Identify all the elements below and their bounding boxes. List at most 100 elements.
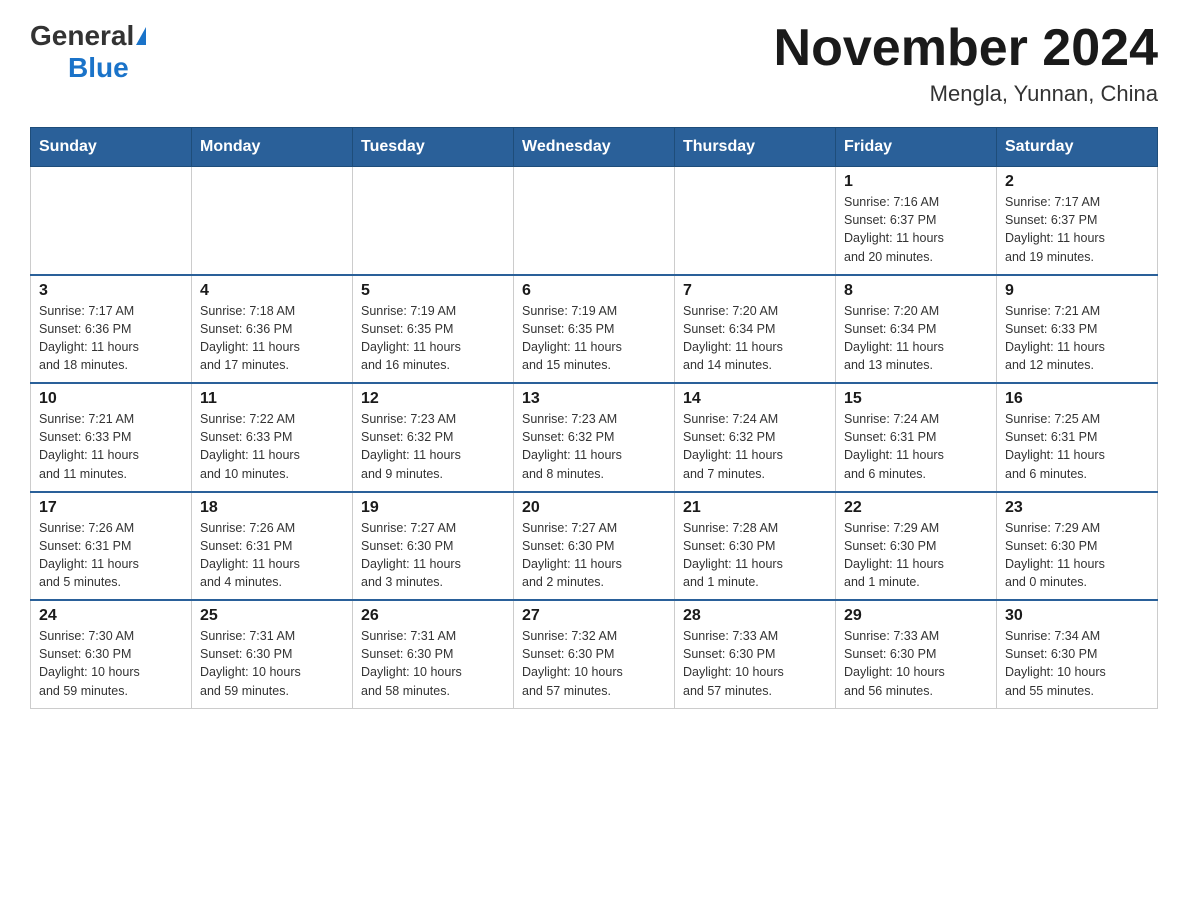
day-info: Sunrise: 7:24 AM Sunset: 6:31 PM Dayligh… — [844, 410, 988, 483]
day-number: 20 — [522, 499, 666, 517]
day-number: 15 — [844, 390, 988, 408]
day-info: Sunrise: 7:31 AM Sunset: 6:30 PM Dayligh… — [200, 627, 344, 700]
day-info: Sunrise: 7:23 AM Sunset: 6:32 PM Dayligh… — [361, 410, 505, 483]
calendar-cell: 15 Sunrise: 7:24 AM Sunset: 6:31 PM Dayli… — [836, 383, 997, 492]
day-info: Sunrise: 7:31 AM Sunset: 6:30 PM Dayligh… — [361, 627, 505, 700]
calendar-cell: 12 Sunrise: 7:23 AM Sunset: 6:32 PM Dayli… — [353, 383, 514, 492]
day-number: 7 — [683, 282, 827, 300]
weekday-header-wednesday: Wednesday — [514, 128, 675, 167]
calendar-week-4: 17 Sunrise: 7:26 AM Sunset: 6:31 PM Dayli… — [31, 492, 1158, 601]
day-number: 11 — [200, 390, 344, 408]
calendar-cell: 25 Sunrise: 7:31 AM Sunset: 6:30 PM Dayli… — [192, 600, 353, 708]
calendar-cell: 7Sunrise: 7:20 AM Sunset: 6:34 PM Daylig… — [675, 275, 836, 384]
day-info: Sunrise: 7:33 AM Sunset: 6:30 PM Dayligh… — [844, 627, 988, 700]
day-info: Sunrise: 7:26 AM Sunset: 6:31 PM Dayligh… — [39, 519, 183, 592]
day-info: Sunrise: 7:34 AM Sunset: 6:30 PM Dayligh… — [1005, 627, 1149, 700]
weekday-header-friday: Friday — [836, 128, 997, 167]
day-number: 10 — [39, 390, 183, 408]
calendar-title-area: November 2024 Mengla, Yunnan, China — [774, 20, 1158, 107]
day-info: Sunrise: 7:30 AM Sunset: 6:30 PM Dayligh… — [39, 627, 183, 700]
day-number: 2 — [1005, 173, 1149, 191]
day-info: Sunrise: 7:17 AM Sunset: 6:37 PM Dayligh… — [1005, 193, 1149, 266]
day-number: 9 — [1005, 282, 1149, 300]
calendar-cell: 21 Sunrise: 7:28 AM Sunset: 6:30 PM Dayli… — [675, 492, 836, 601]
day-info: Sunrise: 7:22 AM Sunset: 6:33 PM Dayligh… — [200, 410, 344, 483]
calendar-cell — [192, 167, 353, 275]
day-number: 18 — [200, 499, 344, 517]
calendar-cell — [353, 167, 514, 275]
logo: General Blue — [30, 20, 146, 84]
weekday-header-sunday: Sunday — [31, 128, 192, 167]
day-number: 26 — [361, 607, 505, 625]
calendar-cell: 16 Sunrise: 7:25 AM Sunset: 6:31 PM Dayli… — [997, 383, 1158, 492]
calendar-cell: 18 Sunrise: 7:26 AM Sunset: 6:31 PM Dayli… — [192, 492, 353, 601]
calendar-cell: 19 Sunrise: 7:27 AM Sunset: 6:30 PM Dayli… — [353, 492, 514, 601]
weekday-header-row: SundayMondayTuesdayWednesdayThursdayFrid… — [31, 128, 1158, 167]
calendar-cell: 3 Sunrise: 7:17 AM Sunset: 6:36 PM Daylig… — [31, 275, 192, 384]
calendar-week-2: 3 Sunrise: 7:17 AM Sunset: 6:36 PM Daylig… — [31, 275, 1158, 384]
calendar-cell: 5 Sunrise: 7:19 AM Sunset: 6:35 PM Daylig… — [353, 275, 514, 384]
day-info: Sunrise: 7:25 AM Sunset: 6:31 PM Dayligh… — [1005, 410, 1149, 483]
day-number: 8 — [844, 282, 988, 300]
calendar-cell: 2 Sunrise: 7:17 AM Sunset: 6:37 PM Daylig… — [997, 167, 1158, 275]
day-info: Sunrise: 7:19 AM Sunset: 6:35 PM Dayligh… — [361, 302, 505, 375]
calendar-cell: 29 Sunrise: 7:33 AM Sunset: 6:30 PM Dayli… — [836, 600, 997, 708]
day-info: Sunrise: 7:21 AM Sunset: 6:33 PM Dayligh… — [39, 410, 183, 483]
day-info: Sunrise: 7:23 AM Sunset: 6:32 PM Dayligh… — [522, 410, 666, 483]
day-info: Sunrise: 7:28 AM Sunset: 6:30 PM Dayligh… — [683, 519, 827, 592]
day-number: 21 — [683, 499, 827, 517]
day-number: 3 — [39, 282, 183, 300]
location-subtitle: Mengla, Yunnan, China — [774, 81, 1158, 107]
calendar-week-3: 10 Sunrise: 7:21 AM Sunset: 6:33 PM Dayli… — [31, 383, 1158, 492]
day-info: Sunrise: 7:27 AM Sunset: 6:30 PM Dayligh… — [522, 519, 666, 592]
day-number: 14 — [683, 390, 827, 408]
calendar-cell: 22 Sunrise: 7:29 AM Sunset: 6:30 PM Dayli… — [836, 492, 997, 601]
day-info: Sunrise: 7:20 AM Sunset: 6:34 PM Dayligh… — [844, 302, 988, 375]
calendar-cell — [31, 167, 192, 275]
calendar-cell: 13 Sunrise: 7:23 AM Sunset: 6:32 PM Dayli… — [514, 383, 675, 492]
weekday-header-monday: Monday — [192, 128, 353, 167]
calendar-cell: 1Sunrise: 7:16 AM Sunset: 6:37 PM Daylig… — [836, 167, 997, 275]
calendar-week-1: 1Sunrise: 7:16 AM Sunset: 6:37 PM Daylig… — [31, 167, 1158, 275]
day-info: Sunrise: 7:26 AM Sunset: 6:31 PM Dayligh… — [200, 519, 344, 592]
day-number: 27 — [522, 607, 666, 625]
day-info: Sunrise: 7:18 AM Sunset: 6:36 PM Dayligh… — [200, 302, 344, 375]
day-info: Sunrise: 7:29 AM Sunset: 6:30 PM Dayligh… — [844, 519, 988, 592]
day-number: 17 — [39, 499, 183, 517]
weekday-header-tuesday: Tuesday — [353, 128, 514, 167]
page-header: General Blue November 2024 Mengla, Yunna… — [30, 20, 1158, 107]
day-number: 29 — [844, 607, 988, 625]
day-number: 5 — [361, 282, 505, 300]
logo-general-text: General — [30, 20, 134, 52]
day-number: 16 — [1005, 390, 1149, 408]
calendar-cell: 27 Sunrise: 7:32 AM Sunset: 6:30 PM Dayli… — [514, 600, 675, 708]
day-number: 22 — [844, 499, 988, 517]
day-number: 30 — [1005, 607, 1149, 625]
calendar-cell: 10 Sunrise: 7:21 AM Sunset: 6:33 PM Dayli… — [31, 383, 192, 492]
day-number: 12 — [361, 390, 505, 408]
calendar-cell: 30 Sunrise: 7:34 AM Sunset: 6:30 PM Dayli… — [997, 600, 1158, 708]
logo-blue-text: Blue — [68, 52, 129, 84]
calendar-cell: 17 Sunrise: 7:26 AM Sunset: 6:31 PM Dayli… — [31, 492, 192, 601]
day-number: 19 — [361, 499, 505, 517]
calendar-cell: 14Sunrise: 7:24 AM Sunset: 6:32 PM Dayli… — [675, 383, 836, 492]
day-info: Sunrise: 7:32 AM Sunset: 6:30 PM Dayligh… — [522, 627, 666, 700]
calendar-cell — [675, 167, 836, 275]
calendar-cell: 6 Sunrise: 7:19 AM Sunset: 6:35 PM Daylig… — [514, 275, 675, 384]
day-info: Sunrise: 7:17 AM Sunset: 6:36 PM Dayligh… — [39, 302, 183, 375]
day-number: 1 — [844, 173, 988, 191]
calendar-cell: 24Sunrise: 7:30 AM Sunset: 6:30 PM Dayli… — [31, 600, 192, 708]
calendar-cell: 8 Sunrise: 7:20 AM Sunset: 6:34 PM Daylig… — [836, 275, 997, 384]
day-number: 25 — [200, 607, 344, 625]
weekday-header-thursday: Thursday — [675, 128, 836, 167]
day-info: Sunrise: 7:27 AM Sunset: 6:30 PM Dayligh… — [361, 519, 505, 592]
day-info: Sunrise: 7:19 AM Sunset: 6:35 PM Dayligh… — [522, 302, 666, 375]
calendar-cell: 9Sunrise: 7:21 AM Sunset: 6:33 PM Daylig… — [997, 275, 1158, 384]
day-number: 28 — [683, 607, 827, 625]
day-number: 13 — [522, 390, 666, 408]
day-info: Sunrise: 7:33 AM Sunset: 6:30 PM Dayligh… — [683, 627, 827, 700]
day-number: 6 — [522, 282, 666, 300]
calendar-cell: 4Sunrise: 7:18 AM Sunset: 6:36 PM Daylig… — [192, 275, 353, 384]
calendar-cell: 26 Sunrise: 7:31 AM Sunset: 6:30 PM Dayli… — [353, 600, 514, 708]
calendar-cell — [514, 167, 675, 275]
